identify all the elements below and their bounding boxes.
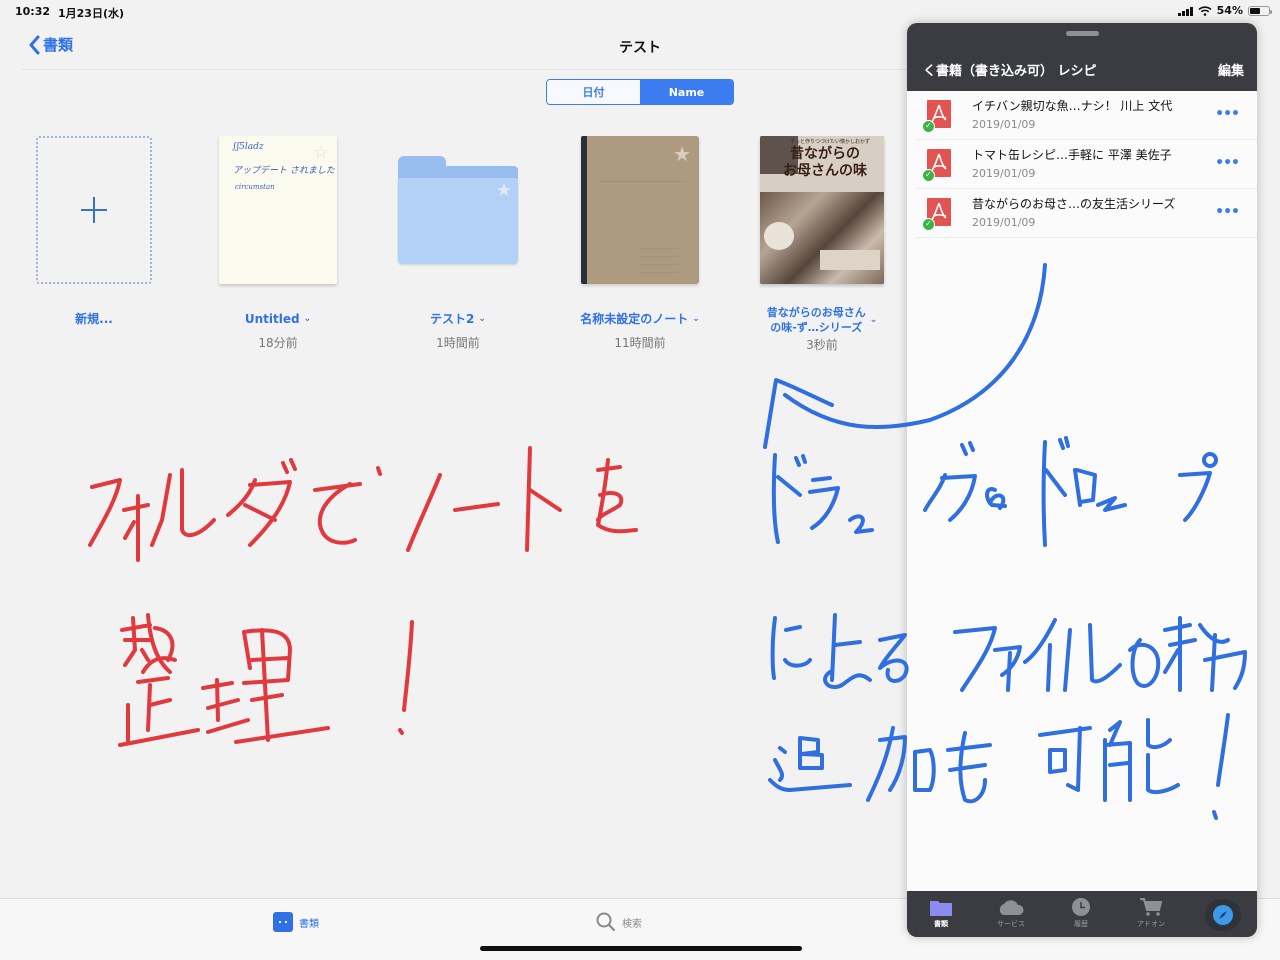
status-date: 1月23日(水) [58,7,125,20]
favorite-star-icon[interactable]: ☆ [313,142,329,163]
cart-icon [1140,898,1162,916]
cover-title-line: 昔ながらの [790,146,860,162]
red-annotation [88,446,638,747]
item-name-text: 昔ながらのお母さん [766,306,866,319]
preview-line: ∫ʃ5ladz [232,142,264,152]
sort-segmented-control: 日付 Name [546,79,734,105]
book-cover-thumbnail[interactable]: ずっと作りつづけたい懐かしおかず 昔ながらの お母さんの味 [760,136,884,284]
compass-icon [1213,905,1233,925]
file-row[interactable]: ✓ イチバン親切な魚…ナシ！ 川上 文代 2019/01/09 ••• [917,91,1257,140]
sort-by-date[interactable]: 日付 [547,80,640,104]
item-modified-time: 11時間前 [614,336,666,350]
panel-tab-documents[interactable]: 書類 [911,897,971,929]
chevron-down-icon[interactable]: ⌄ [870,313,878,328]
file-name: イチバン親切な魚…ナシ！ 川上 文代 [972,99,1173,113]
synced-check-icon: ✓ [922,169,935,182]
panel-tab-services[interactable]: サービス [981,897,1041,929]
more-options-icon[interactable]: ••• [1215,106,1240,122]
search-icon [596,912,616,932]
item-modified-time: 3秒前 [806,338,838,352]
folder-icon[interactable]: ★ [398,156,518,264]
tab-label: 履歴 [1074,920,1088,928]
nav-divider [22,69,922,70]
file-date: 2019/01/09 [972,216,1036,229]
chevron-down-icon[interactable]: ⌄ [478,312,486,327]
more-options-icon[interactable]: ••• [1215,204,1240,220]
cover-subtitle: ずっと作りつづけたい懐かしおかず [790,139,871,145]
panel-tab-history[interactable]: 履歴 [1051,897,1111,929]
tab-label: 書類 [299,918,319,930]
file-list: ✓ イチバン親切な魚…ナシ！ 川上 文代 2019/01/09 ••• ✓ トマ… [907,91,1257,238]
file-name: トマト缶レシピ…手軽に 平澤 美佐子 [972,148,1172,162]
folder-item-test2[interactable]: ★ テスト2 ⌄ 1時間前 [373,135,543,351]
item-modified-time: 18分前 [258,336,298,350]
file-name: 昔ながらのお母さ…の友生活シリーズ [972,197,1176,211]
item-name[interactable]: テスト2 ⌄ [373,312,543,327]
item-name-text: Untitled [244,312,300,326]
file-date: 2019/01/09 [972,118,1036,131]
edit-button[interactable]: 編集 [1218,60,1244,79]
slide-over-panel: く書籍（書き込み可） レシピ 編集 ✓ イチバン親切な魚…ナシ！ 川上 文代 2… [907,23,1257,937]
note-item-untitled[interactable]: ∫ʃ5ladz アップデート されました circumstan ☆ Untitl… [193,135,363,351]
item-name-text: 新規... [75,312,113,326]
more-options-icon[interactable]: ••• [1215,155,1240,171]
browser-button[interactable] [1205,899,1241,931]
chevron-down-icon[interactable]: ⌄ [692,312,700,327]
battery-level [1250,7,1260,14]
cover-title-line: お母さんの味 [783,163,867,179]
cloud-icon [999,900,1024,915]
battery-icon [1248,5,1272,16]
notebook-spine [581,136,587,284]
item-name-text: テスト2 [430,312,475,326]
cover-title: 昔ながらの お母さんの味 [766,146,884,180]
documents-grid-icon [273,912,293,932]
sort-by-name[interactable]: Name [640,80,733,104]
file-row[interactable]: ✓ 昔ながらのお母さ…の友生活シリーズ 2019/01/09 ••• [917,189,1257,238]
drag-handle[interactable] [1066,31,1099,36]
status-indicators: 54% [1177,4,1272,17]
panel-tab-addons[interactable]: アドオン [1121,897,1181,929]
tab-label: 検索 [622,918,642,930]
plus-icon [81,197,107,223]
status-time: 10:32 [15,5,51,18]
note-thumbnail[interactable]: ∫ʃ5ladz アップデート されました circumstan ☆ [219,136,337,284]
folder-icon [930,900,952,916]
item-name-text: 名称未設定のノート [580,312,689,326]
new-document-item[interactable]: 新規... [9,135,179,327]
item-name[interactable]: 昔ながらのお母さん の味-ず…シリーズ ⌄ [737,305,907,335]
tab-label: サービス [997,920,1025,928]
notebook-item[interactable]: ★ 名称未設定のノート ⌄ 11時間前 [555,135,725,351]
file-date: 2019/01/09 [972,167,1036,180]
chevron-down-icon[interactable]: ⌄ [304,312,312,327]
synced-check-icon: ✓ [922,120,935,133]
item-modified-time: 1時間前 [436,336,480,350]
favorite-star-icon[interactable]: ★ [673,142,691,166]
new-document-placeholder[interactable] [36,136,152,284]
cellular-signal-icon [1177,6,1193,16]
status-bar: 10:32 1月23日(水) 54% [0,0,1280,22]
battery-percent: 54% [1216,4,1243,17]
panel-tab-bar: 書類 サービス 履歴 アドオン [907,891,1257,937]
preview-line: アップデート されました [233,166,335,176]
item-name[interactable]: 新規... [9,312,179,327]
tab-documents[interactable]: 書類 [273,912,319,932]
clock-icon [1072,898,1090,916]
preview-line: circumstan [235,183,275,191]
panel-back-button[interactable]: く書籍（書き込み可） レシピ [923,60,1097,79]
tab-label: アドオン [1137,920,1165,928]
favorite-star-icon[interactable]: ★ [496,180,512,201]
notebook-cover[interactable]: ★ [581,136,699,284]
book-item[interactable]: ずっと作りつづけたい懐かしおかず 昔ながらの お母さんの味 昔ながらのお母さん … [737,135,907,353]
home-indicator[interactable] [480,946,802,951]
item-name-text: の味-ず…シリーズ [770,321,863,334]
item-name[interactable]: 名称未設定のノート ⌄ [555,312,725,327]
wifi-icon [1198,5,1212,16]
item-name[interactable]: Untitled ⌄ [193,312,363,327]
panel-header: く書籍（書き込み可） レシピ 編集 [907,23,1257,91]
tab-search[interactable]: 検索 [596,912,642,932]
file-row[interactable]: ✓ トマト缶レシピ…手軽に 平澤 美佐子 2019/01/09 ••• [917,140,1257,189]
synced-check-icon: ✓ [922,218,935,231]
tab-label: 書類 [934,920,948,928]
